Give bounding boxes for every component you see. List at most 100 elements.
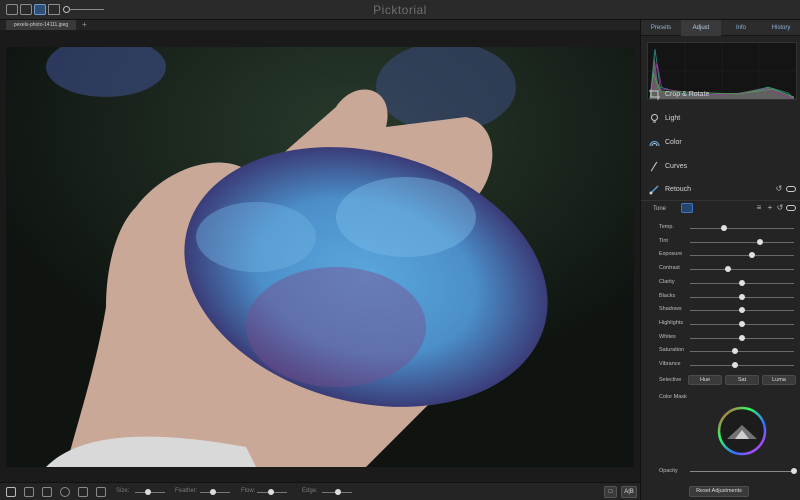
slider-row-highlights: Highlights [641, 318, 800, 331]
slider-knob[interactable] [725, 266, 732, 273]
slider-row-clarity: Clarity [641, 277, 800, 290]
slider-label: Blacks [659, 292, 676, 299]
rainbow-icon [649, 140, 660, 147]
size-slider-knob[interactable] [145, 489, 151, 495]
luma-button[interactable]: Luma [762, 375, 796, 385]
document-tab-bar: pexels-photo-14111.jpeg + [0, 20, 640, 30]
slider-row-tint: Tint [641, 236, 800, 249]
color-mask-wheel[interactable] [717, 406, 767, 456]
document-tab[interactable]: pexels-photo-14111.jpeg [6, 20, 76, 30]
slider-track[interactable] [690, 365, 794, 366]
slider-knob[interactable] [739, 307, 745, 314]
slider-label: Exposure [659, 251, 683, 258]
reset-icon[interactable]: ↺ [776, 204, 784, 212]
lock-icon[interactable]: □ [604, 486, 617, 498]
slider-label: Saturation [659, 347, 685, 354]
section-label: Color [665, 139, 682, 146]
edge-label: Edge: [302, 488, 318, 494]
eye-toggle-icon[interactable] [786, 205, 796, 211]
section-label: Retouch [665, 186, 692, 193]
feather-slider-knob[interactable] [210, 489, 216, 495]
slider-row-exposure: Exposure [641, 249, 800, 262]
app-title: Picktorial [373, 3, 427, 17]
radial-tool-icon[interactable] [60, 487, 70, 497]
add-icon[interactable]: + [766, 204, 774, 212]
flow-slider-knob[interactable] [268, 489, 274, 495]
slider-label: Temp. [659, 224, 674, 230]
slider-knob[interactable] [731, 362, 738, 368]
mask-tool-icon[interactable] [96, 487, 106, 497]
divider [641, 200, 800, 201]
photo[interactable] [6, 47, 634, 467]
slider-row-saturation: Saturation [641, 345, 800, 358]
eraser-tool-icon[interactable] [24, 487, 34, 497]
adjust-panel: Presets Adjust Info History Crop & Rotat… [640, 20, 800, 500]
panel-tabs: Presets Adjust Info History [641, 20, 800, 36]
opacity-label: Opacity [659, 468, 678, 474]
gradient-tool-icon[interactable] [42, 487, 52, 497]
tab-presets[interactable]: Presets [641, 20, 681, 36]
slider-label: Clarity [659, 278, 675, 285]
fill-tool-icon[interactable] [78, 487, 88, 497]
reset-section-icon[interactable]: ↺ [775, 185, 783, 193]
size-label: Size: [116, 488, 130, 494]
slider-row-whites: Whites [641, 332, 800, 345]
visibility-toggle-icon[interactable] [786, 186, 796, 192]
title-bar: Picktorial [0, 0, 800, 20]
slider-track[interactable] [690, 351, 794, 353]
slider-label: Highlights [659, 319, 684, 326]
tab-adjust[interactable]: Adjust [681, 20, 721, 36]
tab-info[interactable]: Info [721, 20, 761, 36]
section-curves[interactable]: Curves [641, 156, 800, 178]
crop-icon [649, 89, 660, 100]
slider-track[interactable] [690, 241, 794, 243]
slider-row-blacks: Blacks [641, 291, 800, 304]
flow-label: Flow: [241, 488, 256, 494]
slider-knob[interactable] [749, 252, 756, 259]
tone-mode-button[interactable] [681, 203, 693, 213]
slider-label: Contrast [659, 265, 680, 272]
slider-knob[interactable] [739, 279, 745, 286]
reset-adjustments-button[interactable]: Reset Adjustments [689, 486, 749, 497]
opacity-slider[interactable] [690, 471, 794, 472]
section-color[interactable]: Color [641, 132, 800, 154]
slider-track[interactable] [690, 269, 794, 271]
tab-history[interactable]: History [761, 20, 800, 36]
add-tab-button[interactable]: + [82, 20, 87, 30]
tone-label: Tone [653, 206, 667, 212]
slider-knob[interactable] [739, 334, 745, 341]
section-label: Light [665, 115, 681, 122]
slider-label: Tint [659, 237, 668, 244]
bottom-toolbar: Size: Feather: Flow: Edge: □ A|B [0, 482, 640, 500]
before-after-button[interactable]: A|B [621, 486, 637, 498]
slider-knob[interactable] [731, 348, 738, 355]
slider-row-contrast: Contrast [641, 263, 800, 276]
section-retouch[interactable]: Retouch ↺ [641, 179, 800, 201]
section-light[interactable]: Light [641, 108, 800, 130]
sat-button[interactable]: Sat [725, 375, 759, 385]
slider-label: Vibrance [659, 361, 681, 367]
slider-track[interactable] [690, 228, 794, 229]
slider-knob[interactable] [721, 225, 728, 231]
slider-label: Shadows [659, 306, 682, 313]
curve-icon [650, 161, 658, 172]
brush-icon [649, 185, 659, 195]
slider-track[interactable] [690, 255, 794, 257]
slider-row-shadows: Shadows [641, 304, 800, 317]
section-label: Crop & Rotate [665, 91, 710, 98]
slider-knob[interactable] [756, 238, 763, 245]
edge-slider-knob[interactable] [335, 489, 341, 495]
hue-button[interactable]: Hue [688, 375, 722, 385]
slider-label: Whites [659, 333, 676, 340]
slider-knob[interactable] [739, 293, 745, 300]
opacity-slider-knob[interactable] [791, 468, 797, 474]
brush-tool-icon[interactable] [6, 487, 16, 497]
list-icon[interactable]: ≡ [755, 204, 763, 212]
section-crop-rotate[interactable]: Crop & Rotate [641, 84, 800, 106]
slider-knob[interactable] [739, 320, 745, 327]
feather-label: Feather: [175, 488, 198, 494]
photo-canvas [0, 31, 640, 468]
color-mask-label: Color Mask [659, 394, 687, 400]
photo-image [6, 47, 634, 467]
slider-row-temp: Temp. [641, 222, 800, 235]
